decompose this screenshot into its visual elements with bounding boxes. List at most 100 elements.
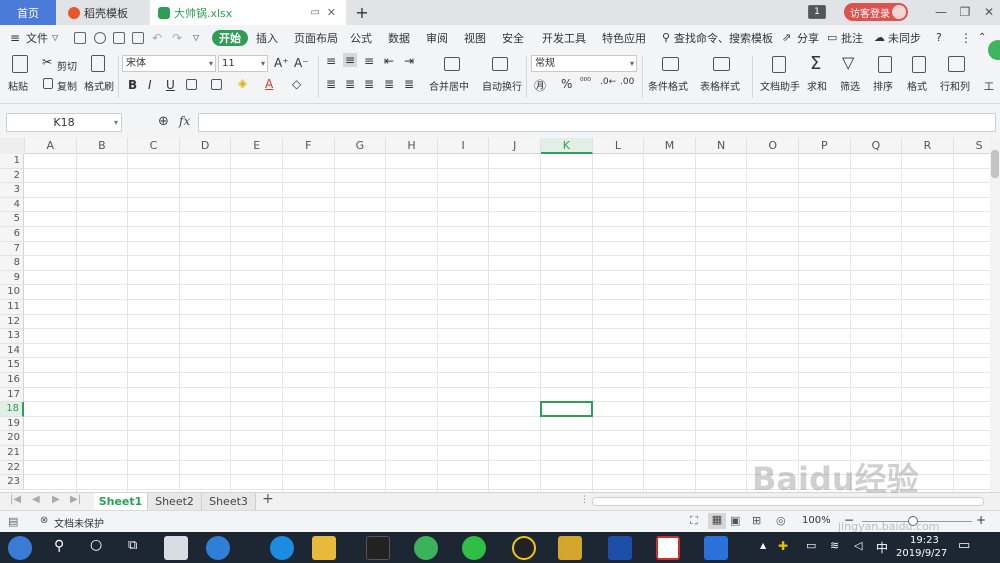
- formula-input[interactable]: [198, 113, 996, 132]
- filter-button[interactable]: 筛选: [840, 78, 860, 93]
- row-header-13[interactable]: 13: [0, 329, 24, 344]
- number-format-select[interactable]: 常规 ▾: [531, 55, 637, 72]
- row-header-4[interactable]: 4: [0, 197, 24, 213]
- column-header-k[interactable]: K: [541, 138, 593, 154]
- row-header-20[interactable]: 20: [0, 431, 24, 446]
- column-header-b[interactable]: B: [77, 138, 129, 154]
- search-icon[interactable]: ⚲: [662, 25, 670, 50]
- column-header-f[interactable]: F: [283, 138, 335, 154]
- ie-browser-icon[interactable]: [206, 536, 230, 560]
- clock-time[interactable]: 19:23: [910, 535, 939, 546]
- close-window-icon[interactable]: ✕: [980, 3, 998, 21]
- comment-button[interactable]: 批注: [841, 25, 863, 50]
- vertical-scroll-thumb[interactable]: [991, 150, 999, 178]
- sheet-tab-1[interactable]: Sheet1: [94, 493, 148, 510]
- doc-helper-icon[interactable]: [772, 56, 786, 73]
- sheet-tab-3[interactable]: Sheet3: [202, 493, 256, 510]
- last-sheet-icon[interactable]: ▶|: [70, 494, 81, 505]
- more-icon[interactable]: ⋮: [960, 25, 972, 50]
- worksheet-button[interactable]: 工: [984, 78, 994, 93]
- row-header-17[interactable]: 17: [0, 387, 24, 403]
- edge-browser-icon[interactable]: [270, 536, 294, 560]
- conditional-format-button[interactable]: 条件格式: [648, 78, 688, 93]
- column-header-j[interactable]: J: [489, 138, 541, 154]
- hamburger-icon[interactable]: ≡: [10, 25, 20, 50]
- row-header-6[interactable]: 6: [0, 227, 24, 242]
- filter-icon[interactable]: ▽: [842, 53, 854, 72]
- first-sheet-icon[interactable]: |◀: [10, 494, 21, 505]
- sync-status[interactable]: 未同步: [888, 25, 921, 50]
- row-header-18[interactable]: 18: [0, 402, 24, 417]
- wps-icon[interactable]: [704, 536, 728, 560]
- sort-icon[interactable]: [878, 56, 892, 73]
- command-search[interactable]: 查找命令、搜索模板: [674, 25, 773, 50]
- macro-icon[interactable]: ▤: [8, 515, 18, 528]
- align-right-icon[interactable]: ≣: [364, 77, 374, 91]
- row-header-8[interactable]: 8: [0, 256, 24, 271]
- italic-button[interactable]: I: [148, 78, 152, 92]
- indent-decrease-icon[interactable]: ⇤: [384, 54, 394, 68]
- add-sheet-button[interactable]: +: [262, 491, 274, 507]
- column-header-p[interactable]: P: [799, 138, 851, 154]
- notification-icon[interactable]: ▭: [958, 538, 970, 553]
- paste-button[interactable]: 粘贴: [8, 78, 28, 93]
- row-header-15[interactable]: 15: [0, 358, 24, 373]
- menu-review[interactable]: 审阅: [426, 25, 448, 50]
- column-header-h[interactable]: H: [386, 138, 438, 154]
- column-header-m[interactable]: M: [644, 138, 696, 154]
- sheet-tab-2[interactable]: Sheet2: [148, 493, 202, 510]
- scissors-icon[interactable]: ✂: [42, 55, 52, 69]
- row-header-9[interactable]: 9: [0, 270, 24, 286]
- copy-button[interactable]: 复制: [57, 78, 77, 93]
- row-header-3[interactable]: 3: [0, 183, 24, 198]
- task-view-icon[interactable]: ⧉: [128, 538, 137, 553]
- row-header-22[interactable]: 22: [0, 460, 24, 476]
- chevron-down-icon[interactable]: ▽: [52, 25, 58, 50]
- sort-button[interactable]: 排序: [873, 78, 893, 93]
- row-col-icon[interactable]: [948, 56, 965, 72]
- menu-start[interactable]: 开始: [212, 30, 248, 46]
- restore-icon[interactable]: ❐: [956, 3, 974, 21]
- currency-icon[interactable]: ㊊: [534, 77, 546, 94]
- row-header-5[interactable]: 5: [0, 212, 24, 227]
- menu-developer[interactable]: 开发工具: [542, 25, 586, 50]
- row-header-7[interactable]: 7: [0, 241, 24, 257]
- fx-icon[interactable]: fx: [179, 114, 190, 128]
- cut-button[interactable]: 剪切: [57, 58, 77, 73]
- menu-page-layout[interactable]: 页面布局: [294, 25, 338, 50]
- menu-security[interactable]: 安全: [502, 25, 524, 50]
- collapse-ribbon-icon[interactable]: ⌃: [978, 25, 986, 50]
- cell-style-icon[interactable]: [211, 79, 222, 90]
- column-header-g[interactable]: G: [335, 138, 387, 154]
- clock-date[interactable]: 2019/9/27: [896, 548, 947, 559]
- quick-access-dropdown-icon[interactable]: ▽: [193, 25, 199, 50]
- 360-browser-icon[interactable]: [414, 536, 438, 560]
- align-middle-icon[interactable]: ≡: [343, 53, 358, 67]
- help-icon[interactable]: ?: [936, 25, 942, 50]
- menu-features[interactable]: 特色应用: [602, 25, 646, 50]
- protection-status[interactable]: 文档未保护: [54, 515, 104, 530]
- underline-button[interactable]: U: [166, 78, 175, 92]
- menu-view[interactable]: 视图: [464, 25, 486, 50]
- tab-active-file[interactable]: 大帅锅.xlsx ▭ ✕: [150, 0, 346, 25]
- merge-icon[interactable]: [444, 57, 460, 71]
- font-shrink-icon[interactable]: A⁻: [294, 56, 309, 70]
- qq-icon[interactable]: [512, 536, 536, 560]
- row-header-11[interactable]: 11: [0, 300, 24, 315]
- selected-cell-k18[interactable]: [540, 401, 593, 417]
- new-tab-button[interactable]: +: [352, 0, 372, 25]
- decrease-decimal-icon[interactable]: .00: [620, 77, 634, 87]
- column-header-r[interactable]: R: [902, 138, 954, 154]
- justify-icon[interactable]: ≣: [384, 77, 394, 91]
- table-style-button[interactable]: 表格样式: [700, 78, 740, 93]
- format-painter-button[interactable]: 格式刷: [84, 78, 114, 93]
- spreadsheet-grid[interactable]: ABCDEFGHIJKLMNOPQRS 1 2 3 4 5 6 7 8 9 10 11 12 13 14 1…: [0, 138, 990, 492]
- fill-color-icon[interactable]: ◈: [238, 76, 247, 90]
- tool-app-icon[interactable]: [608, 536, 632, 560]
- row-header-16[interactable]: 16: [0, 373, 24, 388]
- export-icon[interactable]: [94, 32, 106, 44]
- column-header-e[interactable]: E: [231, 138, 283, 154]
- redo-icon[interactable]: ↷: [172, 25, 182, 50]
- search-icon[interactable]: ⚲: [54, 538, 64, 554]
- print-icon[interactable]: [113, 32, 125, 44]
